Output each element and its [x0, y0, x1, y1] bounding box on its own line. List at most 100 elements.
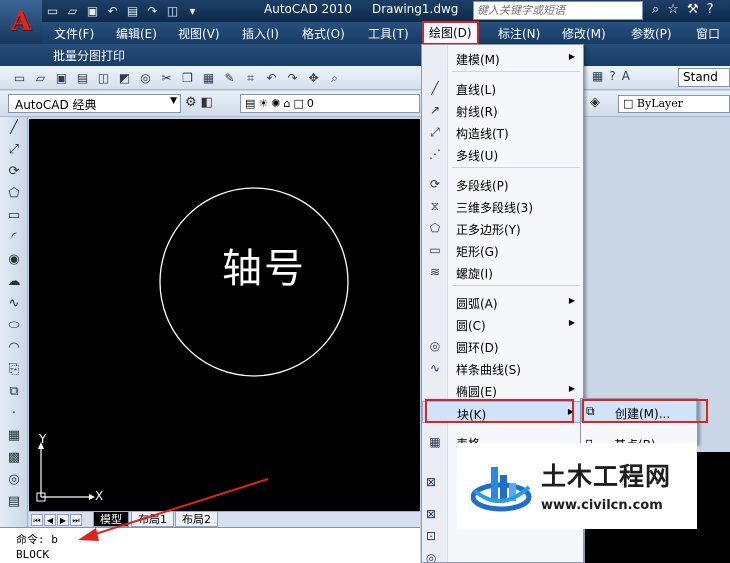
- draw-menu-circle[interactable]: 圆(C) ▶: [422, 313, 583, 335]
- star-icon[interactable]: ☆: [667, 2, 679, 17]
- draw-menu-spline[interactable]: ∿ 样条曲线(S): [422, 357, 583, 379]
- block-editor-icon[interactable]: ⌗: [241, 69, 260, 87]
- workspace-select[interactable]: AutoCAD 经典 ▼: [8, 94, 181, 113]
- revcloud-icon[interactable]: ☁: [3, 271, 25, 293]
- draw-menu-3dpoly[interactable]: ⧖ 三维多段线(3): [422, 195, 583, 217]
- preview-icon[interactable]: ◫: [94, 69, 113, 87]
- draw-menu-polyline[interactable]: ⟳ 多段线(P): [422, 173, 583, 195]
- menu-window[interactable]: 窗口: [696, 25, 720, 42]
- open-icon[interactable]: ▱: [31, 69, 50, 87]
- paste-icon[interactable]: ▦: [199, 69, 218, 87]
- help-icon[interactable]: ?: [609, 69, 615, 83]
- watermark-logo-icon: [471, 467, 532, 512]
- qat-dropdown-icon[interactable]: ▾: [184, 3, 201, 19]
- menu-view[interactable]: 视图(V): [178, 25, 220, 42]
- draw-menu-ellipse[interactable]: 椭圆(E) ▶: [422, 379, 583, 401]
- match-properties-icon[interactable]: ✎: [220, 69, 239, 87]
- help-icon[interactable]: ?: [707, 2, 714, 17]
- workspace-settings-icon[interactable]: ⚙: [185, 95, 197, 110]
- cut-icon[interactable]: ✂: [157, 69, 176, 87]
- command-line[interactable]: 命令: b BLOCK: [0, 527, 420, 563]
- circle-icon[interactable]: ◉: [3, 249, 25, 271]
- menu-insert[interactable]: 插入(I): [242, 25, 279, 42]
- draw-menu-mline[interactable]: ⋰ 多线(U): [422, 143, 583, 165]
- rectangle-icon[interactable]: ▭: [3, 205, 25, 227]
- draw-menu-helix[interactable]: ≋ 螺旋(I): [422, 261, 583, 283]
- draw-menu-line[interactable]: ╱ 直线(L): [422, 77, 583, 99]
- workspace-lock-icon[interactable]: ◧: [201, 95, 213, 110]
- ellipse-icon[interactable]: ⬭: [3, 315, 25, 337]
- text-style-select[interactable]: Stand: [678, 68, 730, 87]
- xline-icon[interactable]: ⤢: [3, 139, 25, 161]
- zoom-icon[interactable]: ⌕: [325, 69, 344, 87]
- new-file-icon[interactable]: ▭: [44, 3, 61, 19]
- publish-icon[interactable]: ◩: [115, 69, 134, 87]
- tab-layout1[interactable]: 布局1: [131, 512, 174, 527]
- menu-tools[interactable]: 工具(T): [368, 25, 409, 42]
- menu-file[interactable]: 文件(F): [54, 25, 94, 42]
- save-icon[interactable]: ▣: [52, 69, 71, 87]
- menu-modify[interactable]: 修改(M): [562, 25, 606, 42]
- menu-item-label: 三维多段线(3): [456, 201, 533, 215]
- menu-batch-plot[interactable]: 批量分图打印: [53, 47, 125, 64]
- gradient-icon[interactable]: ▩: [3, 447, 25, 469]
- undo-icon[interactable]: ↶: [262, 69, 281, 87]
- plot-preview-icon[interactable]: ◫: [164, 3, 181, 19]
- linetype-select[interactable]: □ ByLayer: [618, 95, 730, 113]
- menu-dimension[interactable]: 标注(N): [498, 25, 540, 42]
- draw-menu-polygon[interactable]: ⬠ 正多边形(Y): [422, 217, 583, 239]
- tools-icon[interactable]: ⚒: [687, 2, 699, 17]
- pan-icon[interactable]: ✥: [304, 69, 323, 87]
- open-file-icon[interactable]: ▱: [64, 3, 81, 19]
- table-icon[interactable]: ▤: [3, 491, 25, 513]
- search-box[interactable]: [473, 1, 643, 20]
- menu-parametric[interactable]: 参数(P): [631, 25, 672, 42]
- text-style-icon[interactable]: A: [622, 69, 630, 83]
- menu-item-label: 射线(R): [456, 105, 498, 119]
- redo-icon[interactable]: ↷: [283, 69, 302, 87]
- 3d-dwf-icon[interactable]: ◎: [136, 69, 155, 87]
- last-tab-icon[interactable]: ⏭: [70, 514, 82, 526]
- region-icon[interactable]: ◎: [3, 469, 25, 491]
- layers-toolbar: AutoCAD 经典 ▼ ⚙ ◧ ▤ ☀ ✺ ⌂ □ 0 ◈ □ ByLayer: [0, 91, 730, 117]
- point-icon[interactable]: ·: [3, 403, 25, 425]
- print-icon[interactable]: ▤: [73, 69, 92, 87]
- search-input[interactable]: [474, 2, 642, 19]
- arc-icon[interactable]: ◜: [3, 227, 25, 249]
- copy-icon[interactable]: ❐: [178, 69, 197, 87]
- make-block-icon[interactable]: ⧉: [3, 381, 25, 403]
- menu-format[interactable]: 格式(O): [302, 25, 345, 42]
- tab-layout2[interactable]: 布局2: [175, 512, 218, 527]
- next-tab-icon[interactable]: ▶: [57, 514, 69, 526]
- menu-draw[interactable]: 绘图(D): [422, 21, 479, 45]
- line-icon[interactable]: ╱: [3, 117, 25, 139]
- draw-menu-xline[interactable]: ⤢ 构造线(T): [422, 121, 583, 143]
- hatch-icon[interactable]: ▦: [3, 425, 25, 447]
- application-menu-button[interactable]: A: [0, 0, 42, 44]
- prev-tab-icon[interactable]: ◀: [44, 514, 56, 526]
- first-tab-icon[interactable]: ⏮: [31, 514, 43, 526]
- color-control-icon[interactable]: ◈: [590, 95, 600, 110]
- print-icon[interactable]: ▤: [124, 3, 141, 19]
- undo-icon[interactable]: ↶: [104, 3, 121, 19]
- layer-select[interactable]: ▤ ☀ ✺ ⌂ □ 0: [240, 94, 420, 113]
- insert-block-icon[interactable]: ⎘: [3, 359, 25, 381]
- canvas-text-label[interactable]: 轴号: [222, 236, 306, 294]
- redo-icon[interactable]: ↷: [144, 3, 161, 19]
- ellipse-arc-icon[interactable]: ◠: [3, 337, 25, 359]
- new-icon[interactable]: ▭: [10, 69, 29, 87]
- spline-icon[interactable]: ∿: [3, 293, 25, 315]
- save-icon[interactable]: ▣: [84, 3, 101, 19]
- draw-menu-ray[interactable]: ↗ 射线(R): [422, 99, 583, 121]
- binoculars-icon[interactable]: ⌕: [652, 2, 659, 17]
- menu-edit[interactable]: 编辑(E): [116, 25, 157, 42]
- draw-menu-arc[interactable]: 圆弧(A) ▶: [422, 291, 583, 313]
- polyline-icon[interactable]: ⟳: [3, 161, 25, 183]
- calculator-icon[interactable]: ▦: [592, 69, 603, 83]
- draw-menu-modeling[interactable]: 建模(M) ▶: [422, 47, 583, 69]
- drawing-canvas[interactable]: 轴号 X Y: [29, 119, 420, 511]
- draw-menu-rectangle[interactable]: ▭ 矩形(G): [422, 239, 583, 261]
- polygon-icon[interactable]: ⬠: [3, 183, 25, 205]
- draw-menu-donut[interactable]: ◎ 圆环(D): [422, 335, 583, 357]
- tab-model[interactable]: 模型: [93, 512, 129, 527]
